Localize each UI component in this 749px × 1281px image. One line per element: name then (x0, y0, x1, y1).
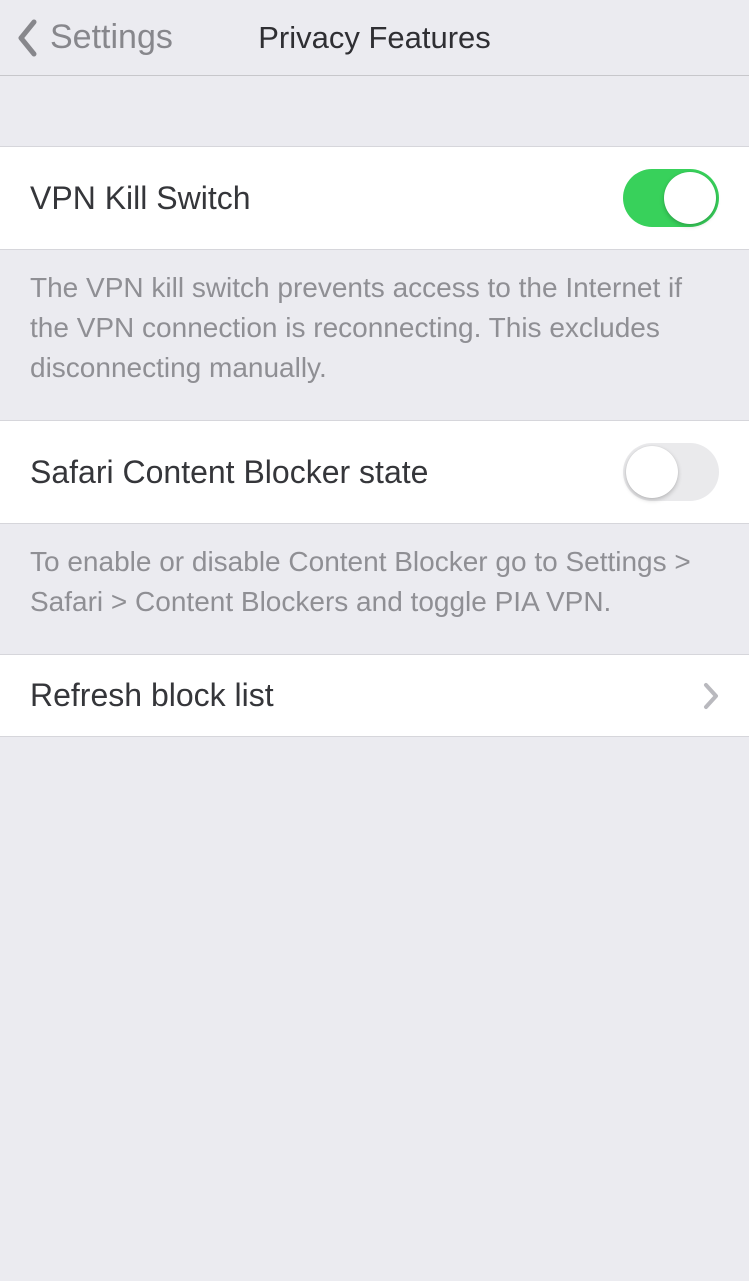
nav-bar: Settings Privacy Features (0, 0, 749, 76)
vpn-kill-switch-footer: The VPN kill switch prevents access to t… (0, 250, 749, 388)
section-spacer (0, 622, 749, 654)
back-button[interactable]: Settings (0, 18, 173, 57)
content-blocker-footer: To enable or disable Content Blocker go … (0, 524, 749, 622)
vpn-kill-switch-row: VPN Kill Switch (0, 146, 749, 250)
chevron-right-icon (703, 682, 719, 710)
back-label: Settings (50, 18, 173, 57)
content-blocker-toggle[interactable] (623, 443, 719, 501)
content-blocker-label: Safari Content Blocker state (30, 454, 428, 491)
content-blocker-row: Safari Content Blocker state (0, 420, 749, 524)
refresh-block-list-label: Refresh block list (30, 677, 274, 714)
toggle-knob (626, 446, 678, 498)
vpn-kill-switch-toggle[interactable] (623, 169, 719, 227)
chevron-left-icon (16, 19, 38, 57)
refresh-block-list-row[interactable]: Refresh block list (0, 654, 749, 737)
section-spacer (0, 388, 749, 420)
vpn-kill-switch-label: VPN Kill Switch (30, 180, 251, 217)
section-spacer (0, 76, 749, 146)
toggle-knob (664, 172, 716, 224)
